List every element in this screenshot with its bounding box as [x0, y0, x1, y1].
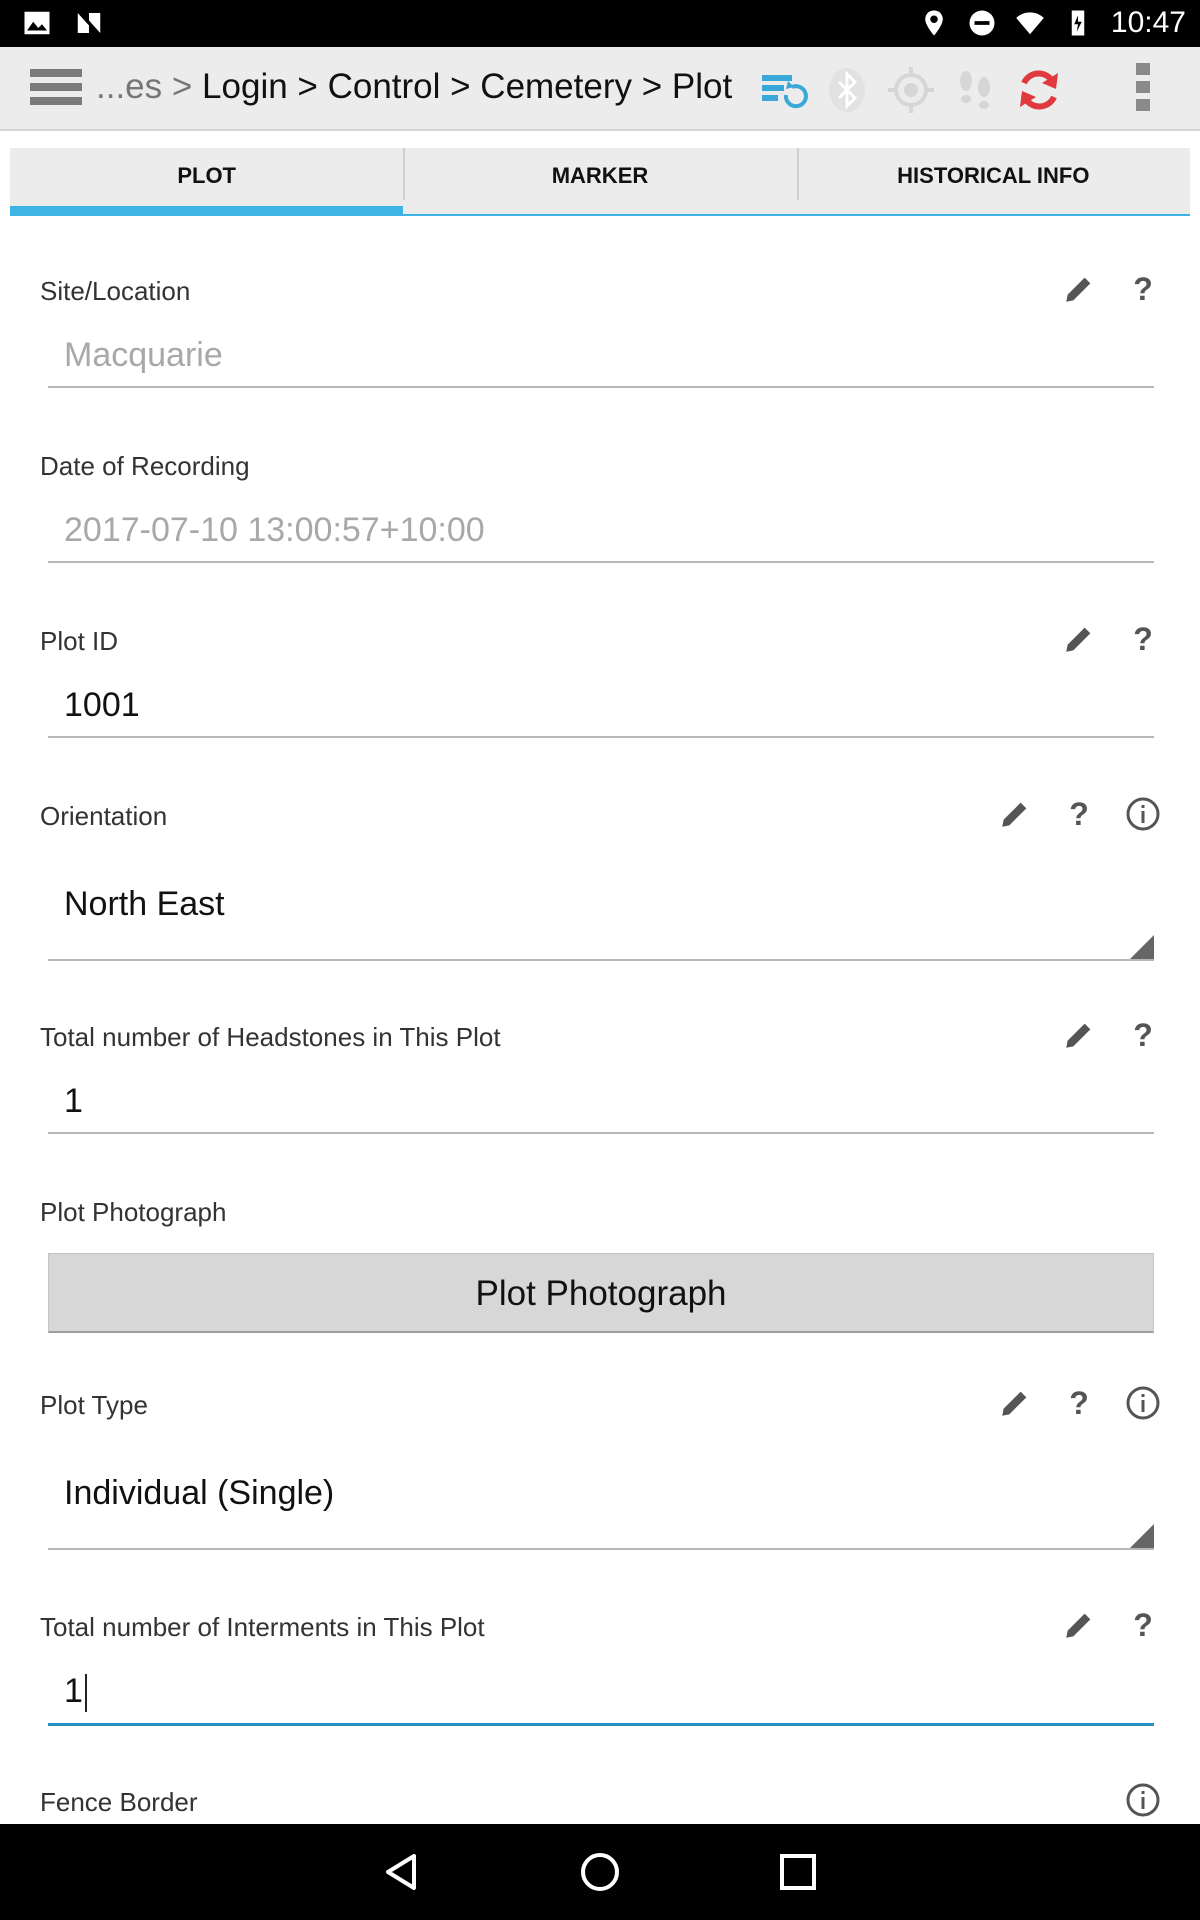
plot-type-label: Plot Type: [40, 1390, 148, 1420]
tab-historical-info[interactable]: HISTORICAL INFO: [796, 148, 1190, 216]
toolbar: ...es > Login > Control > Cemetery > Plo…: [0, 47, 1200, 131]
plot-type-select[interactable]: Individual (Single): [48, 1452, 1154, 1550]
fence-border-label: Fence Border: [40, 1787, 198, 1817]
tab-plot[interactable]: PLOT: [10, 148, 404, 216]
interments-value: 1: [64, 1672, 83, 1710]
bluetooth-icon[interactable]: [822, 65, 872, 115]
clock: 10:47: [1110, 6, 1186, 39]
info-icon[interactable]: [1124, 1384, 1162, 1422]
n-logo-icon: [77, 13, 101, 33]
tab-bar: PLOT MARKER HISTORICAL INFO: [10, 148, 1190, 216]
home-icon[interactable]: [578, 1850, 622, 1894]
breadcrumb-prefix: ...es >: [96, 67, 193, 106]
date-of-recording-label: Date of Recording: [40, 451, 250, 481]
date-of-recording-input[interactable]: 2017-07-10 13:00:57+10:00: [48, 511, 1154, 563]
location-pin-icon: [925, 10, 943, 36]
navigation-bar: [0, 1824, 1200, 1920]
edit-pencil-icon[interactable]: [996, 795, 1034, 833]
orientation-select[interactable]: North East: [48, 863, 1154, 961]
gps-icon[interactable]: [886, 65, 936, 115]
overflow-menu-icon[interactable]: [1136, 63, 1152, 115]
sync-settings-icon[interactable]: [758, 65, 808, 115]
help-icon[interactable]: ?: [1124, 620, 1162, 658]
help-icon[interactable]: ?: [1124, 1606, 1162, 1644]
headstones-label: Total number of Headstones in This Plot: [40, 1022, 501, 1052]
tab-marker[interactable]: MARKER: [403, 148, 797, 216]
plot-photograph-label: Plot Photograph: [40, 1197, 227, 1227]
battery-icon: [1071, 10, 1085, 36]
image-icon: [24, 11, 50, 35]
orientation-selected-value: North East: [64, 885, 225, 923]
hamburger-menu-icon[interactable]: [30, 69, 82, 109]
wifi-icon: [1016, 12, 1044, 35]
edit-pencil-icon[interactable]: [1060, 270, 1098, 308]
plot-type-selected-value: Individual (Single): [64, 1474, 335, 1512]
interments-label: Total number of Interments in This Plot: [40, 1612, 485, 1642]
edit-pencil-icon[interactable]: [1060, 1016, 1098, 1054]
breadcrumb[interactable]: ...es > Login > Control > Cemetery > Plo…: [96, 67, 732, 107]
interments-input[interactable]: 1: [48, 1672, 1154, 1726]
help-icon[interactable]: ?: [1124, 270, 1162, 308]
track-icon[interactable]: [950, 65, 1000, 115]
refresh-icon[interactable]: [1014, 65, 1064, 115]
info-icon[interactable]: [1124, 1781, 1162, 1819]
recent-apps-icon[interactable]: [776, 1850, 820, 1894]
headstones-input[interactable]: 1: [48, 1082, 1154, 1134]
help-icon[interactable]: ?: [1060, 1384, 1098, 1422]
edit-pencil-icon[interactable]: [996, 1384, 1034, 1422]
edit-pencil-icon[interactable]: [1060, 620, 1098, 658]
text-caret: [84, 1674, 87, 1713]
orientation-label: Orientation: [40, 801, 168, 831]
status-bar: 10:47: [0, 0, 1200, 47]
site-location-input[interactable]: Macquarie: [48, 336, 1154, 388]
dropdown-triangle-icon: [1130, 935, 1154, 959]
info-icon[interactable]: [1124, 795, 1162, 833]
plot-id-label: Plot ID: [40, 626, 119, 656]
do-not-disturb-icon: [969, 10, 995, 36]
back-icon[interactable]: [380, 1850, 424, 1894]
plot-photograph-button[interactable]: Plot Photograph: [48, 1253, 1154, 1333]
dropdown-triangle-icon: [1130, 1524, 1154, 1548]
site-location-label: Site/Location: [40, 276, 191, 306]
help-icon[interactable]: ?: [1060, 795, 1098, 833]
plot-form: Site/Location ? Macquarie Date of Record…: [10, 216, 1190, 1824]
breadcrumb-path: Login > Control > Cemetery > Plot: [202, 67, 733, 106]
help-icon[interactable]: ?: [1124, 1016, 1162, 1054]
plot-id-input[interactable]: 1001: [48, 686, 1154, 738]
edit-pencil-icon[interactable]: [1060, 1606, 1098, 1644]
